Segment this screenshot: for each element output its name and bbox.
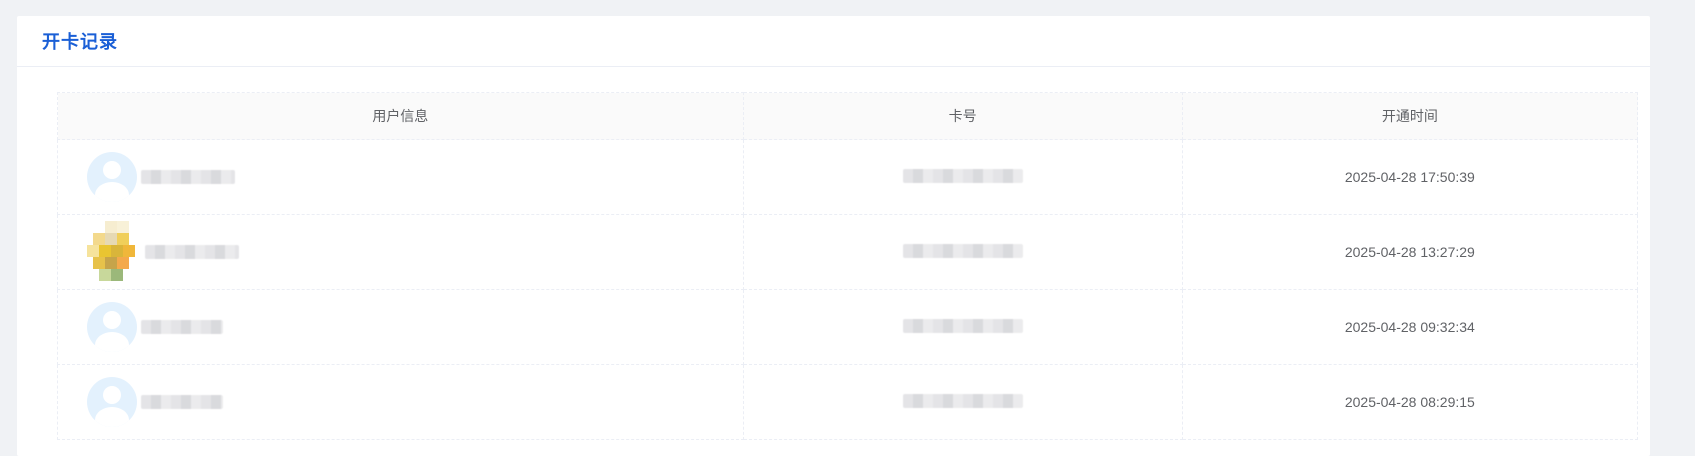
column-header-card-number[interactable]: 卡号 <box>742 92 1183 140</box>
table-row[interactable]: 2025-04-28 08:29:15 <box>57 364 1639 440</box>
open-time-cell: 2025-04-28 17:50:39 <box>1181 139 1639 215</box>
records-table-wrapper: 用户信息 卡号 开通时间 2025-04-28 17:50:39 2025-04… <box>57 92 1639 440</box>
open-time-cell: 2025-04-28 08:29:15 <box>1181 364 1639 440</box>
table-body: 2025-04-28 17:50:39 2025-04-28 13:27:29 … <box>57 139 1639 440</box>
table-row[interactable]: 2025-04-28 13:27:29 <box>57 214 1639 290</box>
card-number-cell <box>742 364 1183 440</box>
card-number-redacted <box>902 168 1023 183</box>
user-info-cell <box>57 364 744 440</box>
user-name-redacted <box>141 395 223 409</box>
card-records-panel: 开卡记录 用户信息 卡号 开通时间 2025-04-28 17:50:39 20… <box>17 16 1650 456</box>
open-time-cell: 2025-04-28 09:32:34 <box>1181 289 1639 365</box>
card-number-redacted <box>902 393 1023 408</box>
records-table: 用户信息 卡号 开通时间 2025-04-28 17:50:39 2025-04… <box>57 92 1639 440</box>
default-avatar-icon <box>87 302 137 352</box>
default-avatar-icon <box>87 377 137 427</box>
table-row[interactable]: 2025-04-28 09:32:34 <box>57 289 1639 365</box>
user-info-cell <box>57 139 744 215</box>
table-row[interactable]: 2025-04-28 17:50:39 <box>57 139 1639 215</box>
column-header-user-info[interactable]: 用户信息 <box>57 92 744 140</box>
user-name-redacted <box>141 320 223 334</box>
user-info-cell <box>57 289 744 365</box>
card-header: 开卡记录 <box>17 16 1650 67</box>
photo-avatar-icon <box>87 221 141 283</box>
default-avatar-icon <box>87 152 137 202</box>
card-number-cell <box>742 139 1183 215</box>
user-name-redacted <box>145 245 239 259</box>
open-time-cell: 2025-04-28 13:27:29 <box>1181 214 1639 290</box>
column-header-open-time[interactable]: 开通时间 <box>1181 92 1639 140</box>
card-number-redacted <box>902 243 1023 258</box>
card-number-cell <box>742 214 1183 290</box>
user-name-redacted <box>141 170 235 184</box>
user-info-cell <box>57 214 744 290</box>
card-number-redacted <box>902 318 1023 333</box>
table-header: 用户信息 卡号 开通时间 <box>57 92 1639 140</box>
card-number-cell <box>742 289 1183 365</box>
page-title: 开卡记录 <box>42 32 118 52</box>
